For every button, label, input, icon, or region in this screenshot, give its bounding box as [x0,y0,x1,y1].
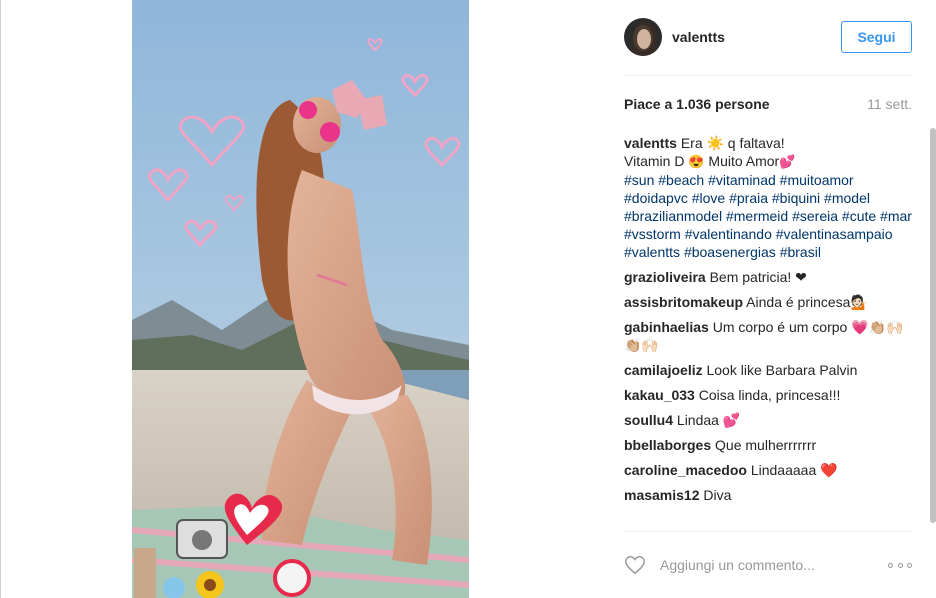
caption-line-2b: Muito Amor [708,153,780,169]
heart-eyes-emoji-icon: 😍 [688,154,705,169]
comments-list[interactable]: valentts Era ☀️ q faltava! Vitamin D 😍 M… [624,134,912,524]
post-details-panel: valentts Segui Piace a 1.036 persone 11 … [469,0,936,598]
post-username[interactable]: valentts [672,29,841,45]
comment-item: caroline_macedoo Lindaaaaa ❤️ [624,461,912,479]
instagram-post-view: valentts Segui Piace a 1.036 persone 11 … [0,0,936,598]
caption-line-1: Era ☀️ q faltava! [680,135,785,151]
page-left-border [0,0,1,598]
hashtag-link[interactable]: #brazilianmodel [624,208,722,224]
comment-item: assisbritomakeup Ainda é princesa💁🏻 [624,293,912,311]
hashtag-link[interactable]: #muitoamor [780,172,854,188]
hashtag-link[interactable]: #vsstorm [624,226,681,242]
caption: valentts Era ☀️ q faltava! Vitamin D 😍 M… [624,134,912,261]
hashtag-link[interactable]: #mermeid [726,208,788,224]
caption-line-2a: Vitamin D [624,153,685,169]
likes-row: Piace a 1.036 persone 11 sett. [624,96,912,112]
comment-username[interactable]: masamis12 [624,487,700,503]
add-comment-input[interactable] [660,557,888,573]
hashtag-link[interactable]: #mar [880,208,912,224]
comment-username[interactable]: camilajoeliz [624,362,703,378]
hashtag-link[interactable]: #model [824,190,870,206]
comment-item: grazioliveira Bem patricia! ❤ [624,268,912,286]
comment-username[interactable]: gabinhaelias [624,319,709,335]
caption-username[interactable]: valentts [624,135,677,151]
follow-button[interactable]: Segui [841,21,912,53]
comment-text: Coisa linda, princesa!!! [694,387,841,403]
hashtag-link[interactable]: #doidapvc [624,190,688,206]
hashtag-link[interactable]: #valentinasampaio [776,226,893,242]
comment-username[interactable]: bbellaborges [624,437,711,453]
hashtag-link[interactable]: #brasil [780,244,821,260]
comment-item: soullu4 Lindaa 💕 [624,411,912,429]
comment-text: Look like Barbara Palvin [702,362,858,378]
likes-count[interactable]: Piace a 1.036 persone [624,96,770,112]
comment-username[interactable]: soullu4 [624,412,673,428]
hashtag-link[interactable]: #sun [624,172,654,188]
comment-text: Lindaa 💕 [673,412,741,428]
comments-scrollbar[interactable] [929,126,936,524]
comment-username[interactable]: caroline_macedoo [624,462,747,478]
hashtag-link[interactable]: #beach [658,172,704,188]
caption-hashtags: #sun #beach #vitaminad #muitoamor #doida… [624,172,912,260]
hashtag-link[interactable]: #sereia [792,208,838,224]
hashtag-link[interactable]: #biquini [772,190,820,206]
comment-username[interactable]: grazioliveira [624,269,706,285]
hashtag-link[interactable]: #praia [729,190,768,206]
comment-item: kakau_033 Coisa linda, princesa!!! [624,386,912,404]
post-timestamp[interactable]: 11 sett. [867,96,912,112]
comment-text: Bem patricia! ❤ [705,269,807,285]
comment-item: bbellaborges Que mulherrrrrrr [624,436,912,454]
footer-divider [624,531,912,532]
comment-items: grazioliveira Bem patricia! ❤ assisbritom… [624,268,912,504]
comment-item: gabinhaelias Um corpo é um corpo 💗👏🏼🙌🏻👏🏼… [624,318,912,354]
avatar[interactable] [624,18,662,56]
more-dot [907,562,912,568]
hashtag-link[interactable]: #love [692,190,725,206]
more-options-icon[interactable] [888,562,912,568]
hashtag-link[interactable]: #valentinando [685,226,772,242]
hashtag-link[interactable]: #valentts [624,244,680,260]
add-comment-row [624,552,912,578]
more-dot [897,562,903,568]
hashtag-link[interactable]: #vitaminad [708,172,776,188]
comment-text: Diva [699,487,732,503]
post-photo[interactable] [132,0,469,598]
hashtag-link[interactable]: #boasenergias [684,244,776,260]
avatar-image [624,18,662,56]
more-dot [888,562,893,568]
hashtag-link[interactable]: #cute [842,208,876,224]
comment-text: Ainda é princesa💁🏻 [743,294,868,310]
comment-username[interactable]: kakau_033 [624,387,695,403]
beach-photo-illustration [132,0,469,598]
scrollbar-thumb[interactable] [930,128,936,523]
comment-item: masamis12 Diva [624,486,912,504]
heart-outline-icon[interactable] [624,554,646,576]
two-hearts-emoji-icon: 💕 [779,154,796,169]
comment-username[interactable]: assisbritomakeup [624,294,743,310]
comment-text: Que mulherrrrrrr [711,437,817,453]
comment-item: camilajoeliz Look like Barbara Palvin [624,361,912,379]
post-header: valentts Segui [624,16,912,58]
comment-text: Lindaaaaa ❤️ [746,462,838,478]
header-divider [624,75,912,76]
